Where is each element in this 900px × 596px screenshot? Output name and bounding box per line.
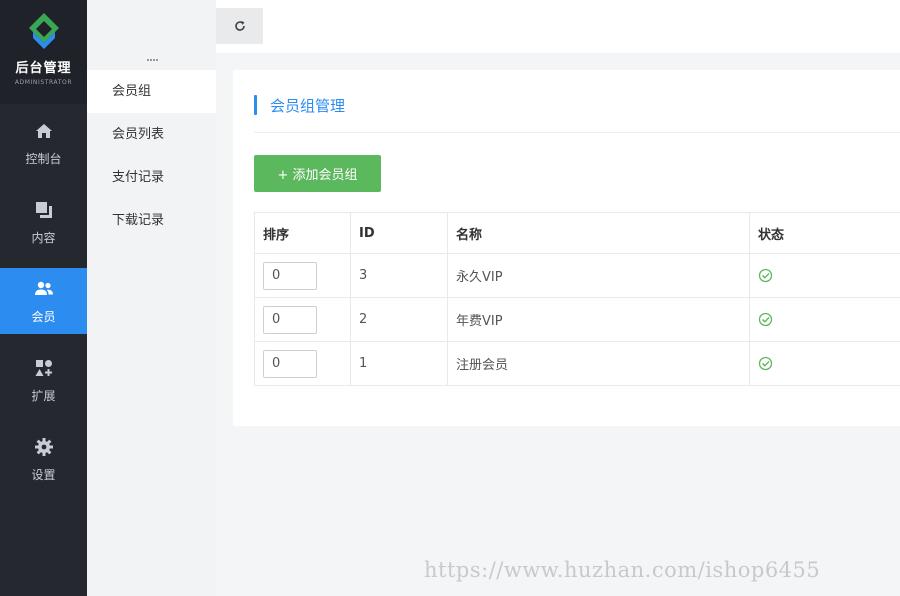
status-enabled-icon[interactable] [758,356,773,371]
row-id: 2 [351,298,448,341]
logo-title: 后台管理 [15,61,72,76]
subnav-item-member-groups[interactable]: 会员组 [87,70,216,113]
member-group-table: 排序 ID 名称 状态 3 永久VIP 2 年费VIP 1 注册会员 [254,212,900,386]
nav-item-content[interactable]: 内容 [0,183,87,262]
column-header-id[interactable]: ID [351,213,448,253]
subnav-item-download-records[interactable]: 下载记录 [87,199,216,242]
status-enabled-icon[interactable] [758,268,773,283]
sort-order-input[interactable] [263,261,317,290]
column-header-name[interactable]: 名称 [448,213,750,253]
nav-item-label: 内容 [31,231,56,245]
gear-icon [33,436,55,458]
logo[interactable]: 后台管理 ADMINISTRATOR [0,0,87,104]
top-bar [216,0,900,53]
table-row: 2 年费VIP [255,298,900,342]
sort-order-input[interactable] [263,305,317,334]
nav-item-settings[interactable]: 设置 [0,420,87,499]
row-name: 永久VIP [448,254,750,297]
nav-item-label: 控制台 [25,152,62,166]
page-title-text: 会员组管理 [270,96,346,115]
apps-icon [33,357,55,379]
logo-subtitle: ADMINISTRATOR [14,79,73,86]
title-accent-bar [254,95,257,115]
content-panel: 会员组管理 + 添加会员组 排序 ID 名称 状态 3 永久VIP 2 年费VI… [233,70,900,426]
refresh-icon [234,21,245,31]
sub-sidebar: 会员组 会员列表 支付记录 下载记录 [87,0,216,596]
row-name: 年费VIP [448,298,750,341]
divider [254,132,900,133]
drag-handle[interactable] [147,59,159,64]
row-id: 1 [351,342,448,385]
sort-order-input[interactable] [263,349,317,378]
column-header-sort[interactable]: 排序 [255,213,351,253]
row-name: 注册会员 [448,342,750,385]
table-row: 1 注册会员 [255,342,900,386]
refresh-button[interactable] [216,8,263,44]
row-id: 3 [351,254,448,297]
table-header: 排序 ID 名称 状态 [255,213,900,254]
users-icon [33,278,55,300]
nav-item-extensions[interactable]: 扩展 [0,341,87,420]
logo-icon [28,13,59,49]
add-member-group-button[interactable]: + 添加会员组 [254,155,381,192]
nav-item-dashboard[interactable]: 控制台 [0,104,87,183]
page-title: 会员组管理 [254,95,345,115]
nav-item-label: 会员 [31,309,56,324]
subnav-item-payment-records[interactable]: 支付记录 [87,156,216,199]
table-row: 3 永久VIP [255,254,900,298]
status-enabled-icon[interactable] [758,312,773,327]
column-header-status[interactable]: 状态 [750,213,900,253]
subnav-item-member-list[interactable]: 会员列表 [87,113,216,156]
nav-item-label: 设置 [31,468,56,482]
main-sidebar: 后台管理 ADMINISTRATOR 控制台 内容 会员 扩展 设置 [0,0,87,596]
nav-item-label: 扩展 [31,389,56,403]
copy-icon [33,199,55,221]
watermark: https://www.huzhan.com/ishop6455 [424,558,821,582]
home-icon [33,120,55,142]
nav-item-members[interactable]: 会员 [0,268,87,334]
